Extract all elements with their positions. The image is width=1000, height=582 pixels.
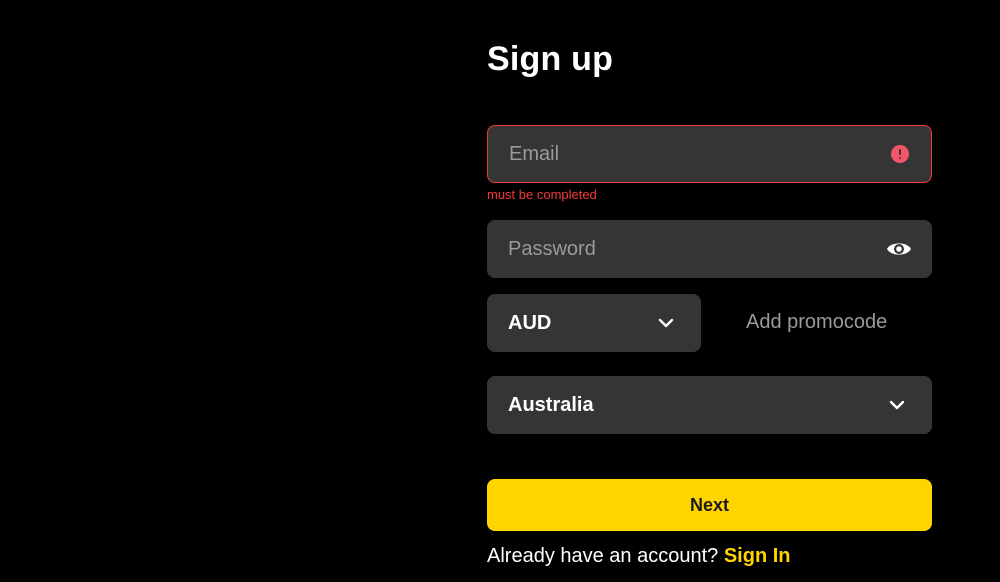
sign-in-link[interactable]: Sign In <box>724 545 791 567</box>
password-field-container <box>487 220 932 278</box>
error-icon <box>891 145 909 163</box>
eye-icon[interactable] <box>886 237 912 261</box>
email-field[interactable] <box>509 126 869 182</box>
password-field[interactable] <box>508 220 868 278</box>
country-selected-value: Australia <box>508 394 594 416</box>
add-promocode-link[interactable]: Add promocode <box>746 294 887 350</box>
currency-selected-value: AUD <box>508 312 552 334</box>
currency-select[interactable]: AUD <box>487 294 701 352</box>
email-error-message: must be completed <box>487 187 597 202</box>
email-field-container <box>487 125 932 183</box>
signin-prompt-text: Already have an account? <box>487 545 719 567</box>
country-select[interactable]: Australia <box>487 376 932 434</box>
chevron-down-icon <box>657 316 675 330</box>
chevron-down-icon <box>888 398 906 412</box>
page-title: Sign up <box>487 40 614 78</box>
next-button[interactable]: Next <box>487 479 932 531</box>
signup-page: Sign up must be completed AUD <box>0 0 1000 582</box>
signin-prompt-row: Already have an account? Sign In <box>487 545 791 568</box>
